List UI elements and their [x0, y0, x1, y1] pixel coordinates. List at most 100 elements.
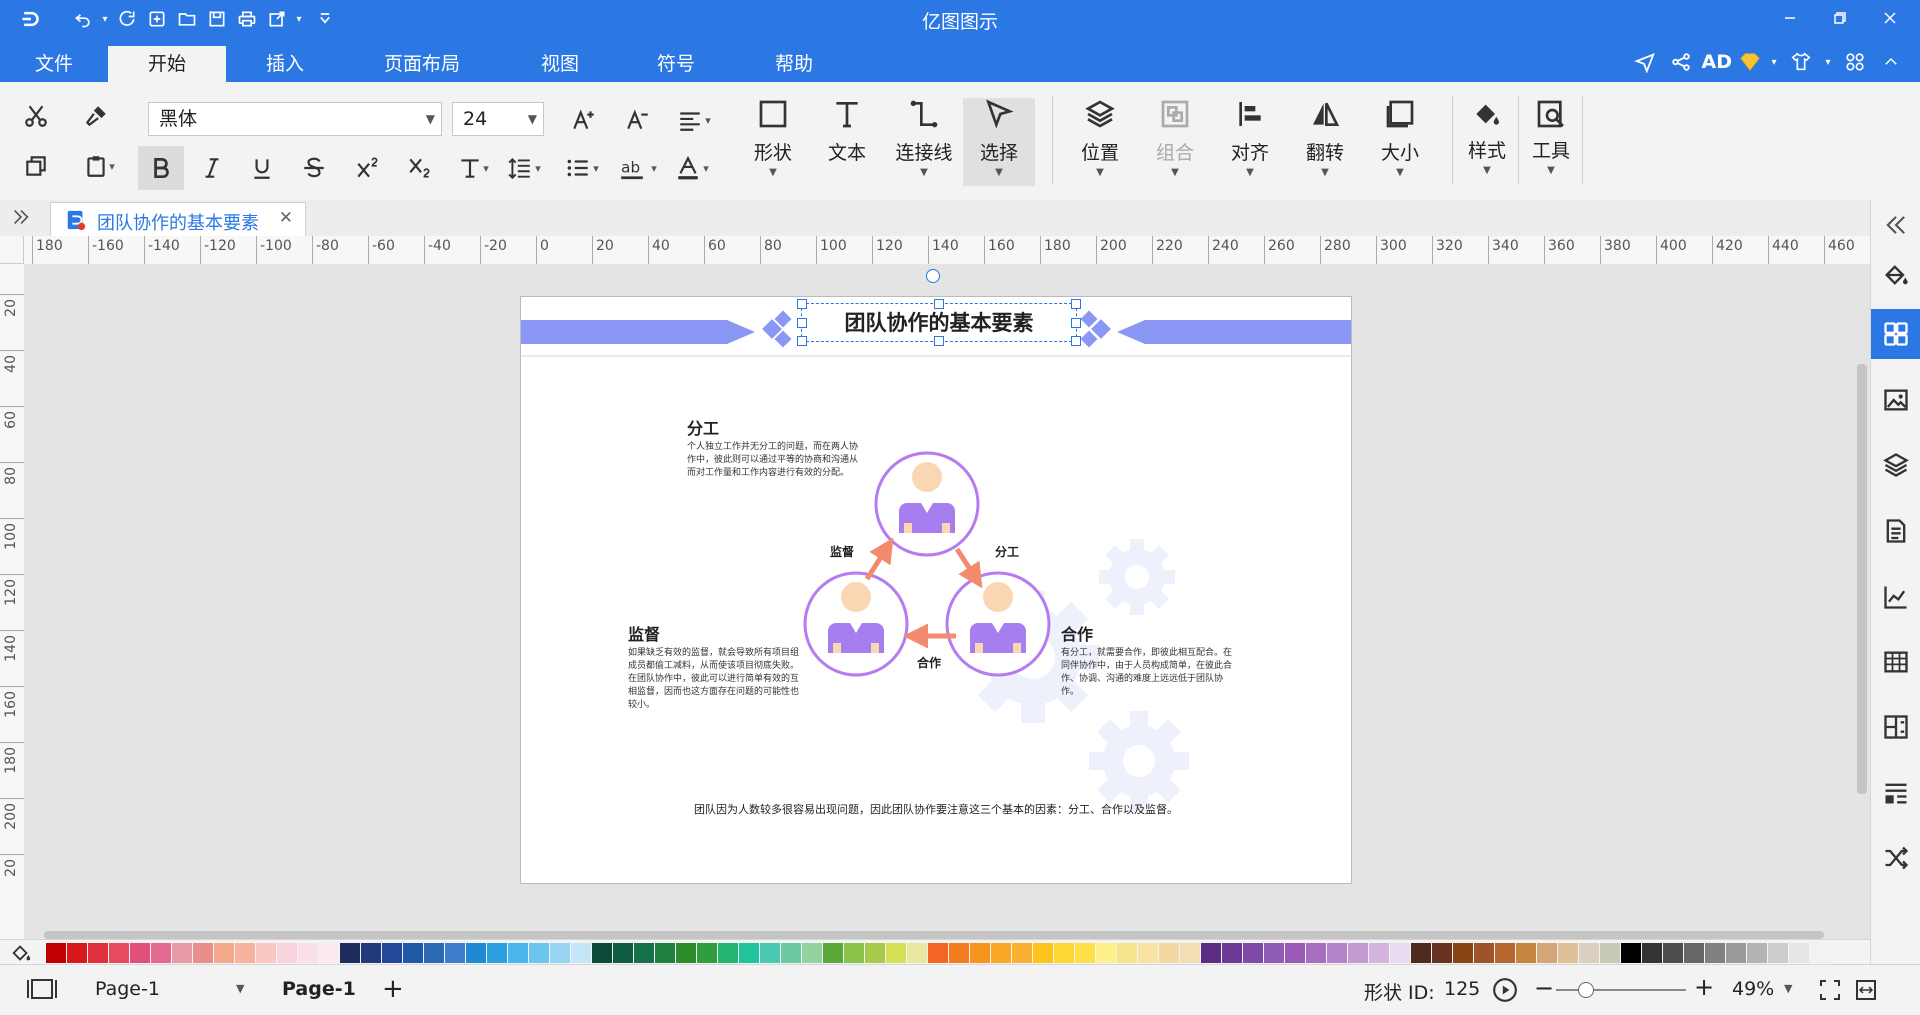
- section-body-supervise[interactable]: 如果缺乏有效的监督，就会导致所有项目组 成员都偷工减料，从而使该项目彻底失败。 …: [628, 647, 838, 712]
- page-panel-icon[interactable]: [1871, 506, 1920, 556]
- collapse-panel-icon[interactable]: [1871, 200, 1920, 250]
- shrink-font-icon[interactable]: [618, 100, 658, 140]
- color-swatch[interactable]: [655, 943, 675, 963]
- zoom-in-button[interactable]: +: [1694, 973, 1714, 1001]
- color-swatch[interactable]: [1285, 943, 1305, 963]
- color-swatch[interactable]: [1138, 943, 1158, 963]
- zoom-dropdown-icon[interactable]: ▼: [1784, 982, 1792, 995]
- horizontal-scrollbar[interactable]: [44, 931, 1824, 939]
- color-swatch[interactable]: [991, 943, 1011, 963]
- connector-tool-button[interactable]: 连接线 ▼: [892, 98, 956, 186]
- strikethrough-button[interactable]: [294, 148, 334, 188]
- color-swatch[interactable]: [844, 943, 864, 963]
- diagram-footer[interactable]: 团队因为人数较多很容易出现问题，因此团队协作要注意这三个基本的因素：分工、合作以…: [521, 801, 1351, 817]
- color-swatch[interactable]: [235, 943, 255, 963]
- close-tab-icon[interactable]: ✕: [279, 208, 293, 228]
- close-button[interactable]: [1870, 4, 1910, 32]
- color-swatch[interactable]: [130, 943, 150, 963]
- color-swatch[interactable]: [445, 943, 465, 963]
- theme-dropdown-icon[interactable]: ▾: [1822, 48, 1834, 76]
- user-account[interactable]: AD: [1702, 51, 1732, 73]
- text-format-dropdown-icon[interactable]: ▾: [478, 148, 494, 188]
- data-panel-icon[interactable]: [1871, 702, 1920, 752]
- format-panel-icon[interactable]: [1871, 768, 1920, 818]
- font-size-select[interactable]: 24 ▼: [452, 102, 544, 136]
- color-swatch[interactable]: [1600, 943, 1620, 963]
- color-swatch[interactable]: [1390, 943, 1410, 963]
- group-button[interactable]: 组合 ▼: [1143, 98, 1207, 186]
- color-swatch[interactable]: [1306, 943, 1326, 963]
- color-swatch[interactable]: [928, 943, 948, 963]
- font-color-dropdown-icon[interactable]: ▾: [698, 148, 714, 188]
- color-swatch[interactable]: [1117, 943, 1137, 963]
- tab-view[interactable]: 视图: [520, 46, 600, 82]
- color-swatch[interactable]: [634, 943, 654, 963]
- color-swatch[interactable]: [949, 943, 969, 963]
- color-swatch[interactable]: [802, 943, 822, 963]
- image-icon[interactable]: [1871, 375, 1920, 425]
- color-swatch[interactable]: [1537, 943, 1557, 963]
- text-tool-button[interactable]: 文本: [815, 98, 879, 186]
- flip-button[interactable]: 翻转 ▼: [1293, 98, 1357, 186]
- size-button[interactable]: 大小 ▼: [1368, 98, 1432, 186]
- color-swatch[interactable]: [1243, 943, 1263, 963]
- color-swatch[interactable]: [781, 943, 801, 963]
- page-tab[interactable]: Page-1: [282, 978, 356, 1000]
- page-selector[interactable]: Page-1: [95, 978, 160, 1000]
- copy-icon[interactable]: [16, 146, 56, 186]
- tab-file[interactable]: 文件: [18, 46, 90, 82]
- color-swatch[interactable]: [1348, 943, 1368, 963]
- zoom-level[interactable]: 49%: [1732, 978, 1774, 1000]
- color-swatch[interactable]: [109, 943, 129, 963]
- color-swatch[interactable]: [1222, 943, 1242, 963]
- layers-panel-icon[interactable]: [1871, 440, 1920, 490]
- zoom-out-button[interactable]: −: [1534, 974, 1554, 1002]
- color-swatch[interactable]: [865, 943, 885, 963]
- color-swatch[interactable]: [760, 943, 780, 963]
- color-swatch[interactable]: [1768, 943, 1788, 963]
- style-button[interactable]: 样式 ▼: [1454, 98, 1520, 186]
- color-swatch[interactable]: [1264, 943, 1284, 963]
- color-swatch[interactable]: [1810, 943, 1830, 963]
- tab-page-layout[interactable]: 页面布局: [370, 46, 474, 82]
- subscript-button[interactable]: [400, 148, 440, 188]
- color-swatch[interactable]: [256, 943, 276, 963]
- grow-font-icon[interactable]: [564, 100, 604, 140]
- fill-picker-icon[interactable]: [10, 942, 34, 964]
- color-swatch[interactable]: [1621, 943, 1641, 963]
- apps-grid-icon[interactable]: [1840, 48, 1870, 76]
- user-dropdown-icon[interactable]: ▾: [1768, 48, 1780, 76]
- minimize-button[interactable]: [1770, 4, 1810, 32]
- color-swatch[interactable]: [1033, 943, 1053, 963]
- color-swatch[interactable]: [151, 943, 171, 963]
- bold-button[interactable]: [138, 146, 184, 190]
- align-dropdown-icon[interactable]: ▾: [700, 100, 716, 140]
- section-body-division[interactable]: 个人独立工作并无分工的问题，而在两人协 作中，彼此则可以通过平等的协商和沟通从 …: [687, 441, 887, 480]
- color-swatch[interactable]: [214, 943, 234, 963]
- color-swatch[interactable]: [1075, 943, 1095, 963]
- section-heading-division[interactable]: 分工: [687, 415, 719, 439]
- color-swatch[interactable]: [46, 943, 66, 963]
- expand-library-icon[interactable]: [10, 206, 36, 230]
- color-swatch[interactable]: [571, 943, 591, 963]
- restore-button[interactable]: [1820, 4, 1860, 32]
- share-icon[interactable]: [1666, 48, 1696, 76]
- color-swatch[interactable]: [172, 943, 192, 963]
- align-button[interactable]: 对齐 ▼: [1218, 98, 1282, 186]
- cut-icon[interactable]: [16, 96, 56, 136]
- page-selector-dropdown-icon[interactable]: ▼: [236, 982, 244, 995]
- color-swatch[interactable]: [277, 943, 297, 963]
- color-swatch[interactable]: [823, 943, 843, 963]
- color-swatch[interactable]: [1579, 943, 1599, 963]
- tab-help[interactable]: 帮助: [754, 46, 834, 82]
- table-panel-icon[interactable]: [1871, 637, 1920, 687]
- color-swatch[interactable]: [466, 943, 486, 963]
- paste-dropdown-icon[interactable]: ▾: [104, 146, 120, 186]
- vip-diamond-icon[interactable]: [1738, 48, 1762, 76]
- color-swatch[interactable]: [1705, 943, 1725, 963]
- color-swatch[interactable]: [1411, 943, 1431, 963]
- theme-shirt-icon[interactable]: [1786, 48, 1816, 76]
- color-swatch[interactable]: [382, 943, 402, 963]
- color-swatch[interactable]: [508, 943, 528, 963]
- page-layout-toggle-icon[interactable]: [26, 977, 60, 1003]
